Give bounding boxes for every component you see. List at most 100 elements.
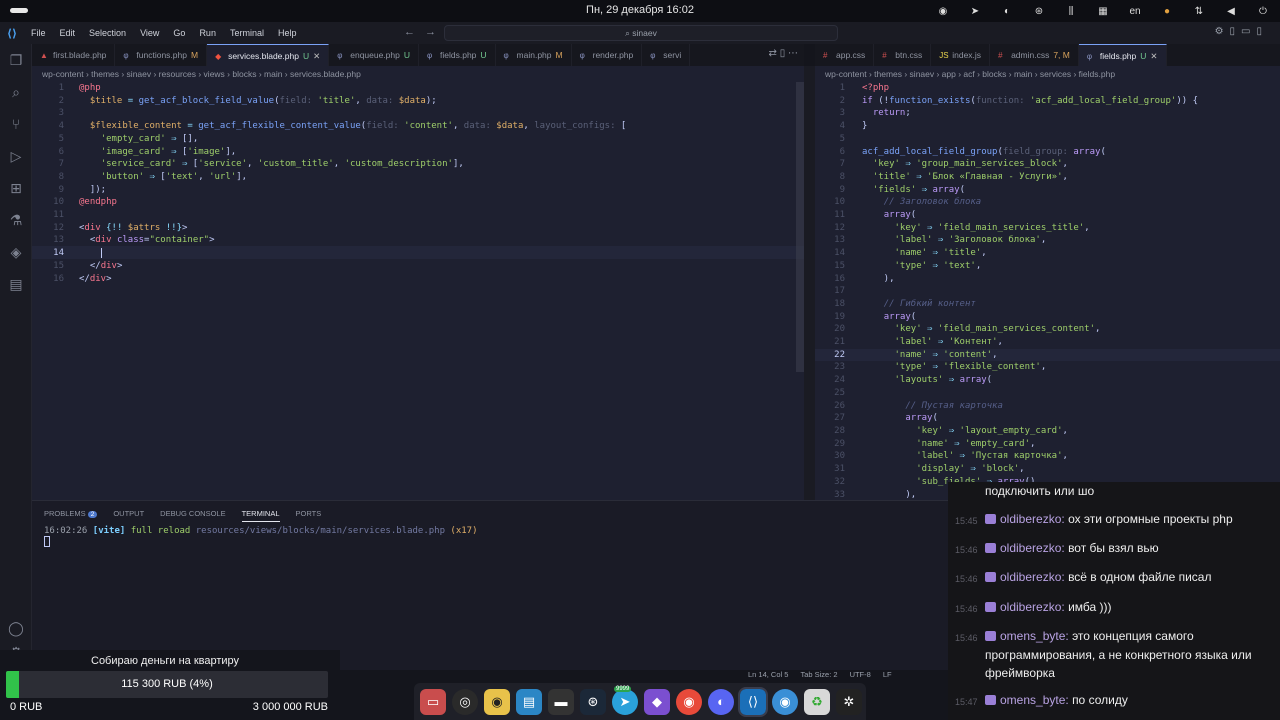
explorer-icon[interactable]: ❐ — [0, 44, 32, 76]
tab-output[interactable]: OUTPUT — [113, 509, 144, 522]
menu-go[interactable]: Go — [166, 28, 192, 38]
tray-discord-icon[interactable]: ◐ — [996, 6, 1018, 17]
app-grid-icon[interactable]: ✲ — [836, 688, 862, 715]
vscode-logo-icon: ⟨⟩ — [6, 27, 18, 40]
chrome-icon[interactable]: ◉ — [676, 688, 702, 715]
tab-main[interactable]: φ main.php M — [496, 44, 572, 66]
tab-functions[interactable]: φ functions.php M — [115, 44, 208, 66]
cursor-position[interactable]: Ln 14, Col 5 — [748, 670, 788, 682]
tab-fields[interactable]: φ fields.php U — [419, 44, 496, 66]
extensions-icon[interactable]: ⊞ — [0, 172, 32, 204]
run-debug-icon[interactable]: ▷ — [0, 140, 32, 172]
tab-size[interactable]: Tab Size: 2 — [800, 670, 837, 682]
menu-file[interactable]: File — [24, 28, 53, 38]
line-number: 4 — [58, 121, 64, 132]
css-icon: # — [998, 51, 1003, 60]
volume-icon[interactable]: ◀ — [1220, 6, 1242, 17]
tray-telegram-icon[interactable]: ➤ — [964, 6, 986, 17]
obs-icon[interactable]: ◎ — [452, 688, 478, 715]
php-icon: φ — [123, 51, 129, 60]
chromium-icon[interactable]: ◉ — [772, 688, 798, 715]
line-number: 13 — [834, 235, 845, 246]
tab-problems[interactable]: PROBLEMS 2 — [44, 509, 98, 522]
account-icon[interactable]: ◯ — [0, 620, 32, 637]
line-number: 10 — [53, 197, 64, 208]
text-editor-icon[interactable]: ▤ — [516, 688, 542, 715]
telegram-badge: 9999 — [614, 685, 632, 692]
line-number: 16 — [834, 273, 845, 284]
tab-terminal[interactable]: TERMINAL — [241, 509, 280, 522]
files-icon[interactable]: ▭ — [420, 688, 446, 715]
tab-first-blade[interactable]: ▲ first.blade.php — [32, 44, 116, 66]
tab-index-js[interactable]: JS index.js — [931, 44, 991, 66]
menu-edit[interactable]: Edit — [53, 28, 83, 38]
tab-enqueue[interactable]: φ enqueue.php U — [329, 44, 420, 66]
css-icon: # — [882, 51, 887, 60]
eol[interactable]: LF — [883, 670, 892, 682]
right-breadcrumb[interactable]: wp-content › themes › sinaev › app › acf… — [815, 66, 1280, 82]
search-icon[interactable]: ⌕ — [0, 76, 32, 108]
tab-servi[interactable]: φ servi — [642, 44, 691, 66]
js-icon: JS — [939, 51, 949, 60]
tab-fields-right[interactable]: φ fields.php U ✕ — [1078, 44, 1167, 66]
tab-render[interactable]: φ render.php — [572, 44, 643, 66]
menu-selection[interactable]: Selection — [82, 28, 133, 38]
discord-icon[interactable]: ◐ — [708, 688, 734, 715]
tab-services-blade[interactable]: ◆ services.blade.php U ✕ — [207, 44, 330, 66]
keyboard-layout[interactable]: en — [1124, 6, 1146, 17]
tray-calendar-icon[interactable]: ▦ — [1092, 6, 1114, 17]
command-center-search[interactable]: ⌕ sinaev — [444, 25, 838, 41]
donation-goal-widget: Собираю деньги на квартиру 115 300 RUB (… — [0, 650, 340, 720]
close-icon[interactable]: ✕ — [313, 51, 320, 61]
left-code-editor[interactable]: 1 2 3 4 5 6 7 8 9 10 11 12 13 14 15 16 @php $title = ge… — [32, 82, 804, 500]
tray-chrome-icon[interactable]: ◉ — [932, 6, 954, 17]
menu-view[interactable]: View — [133, 28, 166, 38]
tray-steam-icon[interactable]: ⊛ — [1028, 6, 1050, 17]
telegram-icon[interactable]: ➤ 9999 — [612, 685, 638, 715]
terminal-icon[interactable]: ▬ — [548, 688, 574, 715]
taskbar-dock: ▭ ◎ ◉ ▤ ▬ ⊛ ➤ 9999 ◆ ◉ ◐ ⟨⟩ ◉ ♻ ✲ — [414, 683, 866, 720]
remote-icon[interactable]: ◈ — [0, 236, 32, 268]
nav-arrows[interactable]: ←→ — [404, 26, 446, 38]
microphone-icon[interactable]: ● — [1156, 6, 1178, 17]
left-editor-tabs: ▲ first.blade.php φ functions.php M ◆ servic… — [32, 44, 804, 66]
line-number: 11 — [53, 210, 64, 221]
tab-ports[interactable]: PORTS — [296, 509, 322, 522]
status-bar: Ln 14, Col 5 Tab Size: 2 UTF-8 LF — [748, 670, 948, 682]
search-label: sinaev — [632, 28, 657, 38]
right-code-editor[interactable]: 1 2 3 4 5 6 7 8 9 10 11 12 13 14 15 16 17 18 19 20 21 22 23 24 2… — [815, 82, 1280, 500]
line-number: 14 — [53, 248, 64, 259]
close-icon[interactable]: ✕ — [1150, 51, 1157, 61]
line-number: 31 — [834, 464, 845, 475]
left-scrollbar[interactable] — [796, 82, 804, 372]
line-number: 4 — [839, 121, 845, 132]
power-icon[interactable]: ⏻ — [1252, 6, 1274, 17]
database-icon[interactable]: ▤ — [0, 268, 32, 300]
obsidian-icon[interactable]: ◆ — [644, 688, 670, 715]
tab-admin-css[interactable]: # admin.css 7, M — [990, 44, 1079, 66]
layout-controls-icon[interactable]: ⚙▯▭▯ — [1215, 26, 1268, 37]
menu-terminal[interactable]: Terminal — [223, 28, 271, 38]
editor-actions-icon[interactable]: ⇄ ▯ ⋯ — [769, 48, 798, 59]
tab-app-css[interactable]: # app.css — [815, 44, 875, 66]
left-breadcrumb[interactable]: wp-content › themes › sinaev › resources… — [32, 66, 804, 82]
donation-amount: 115 300 RUB (4%) — [121, 678, 213, 690]
trash-icon[interactable]: ♻ — [804, 688, 830, 715]
twitch-chat-overlay: подключить или шо 15:45 oldiberezko: ох э… — [948, 482, 1280, 720]
tab-debug-console[interactable]: DEBUG CONSOLE — [160, 509, 225, 522]
terminal-output[interactable]: 16:02:26 [vite] full reload resources/vi… — [44, 526, 478, 548]
steam-icon[interactable]: ⊛ — [580, 688, 606, 715]
php-icon: φ — [427, 51, 433, 60]
testing-icon[interactable]: ⚗ — [0, 204, 32, 236]
editor-splitter[interactable] — [804, 66, 815, 500]
system-tray: ◉ ➤ ◐ ⊛ ⫼ ▦ en ● ⇅ ◀ ⏻ — [922, 2, 1274, 20]
source-control-icon[interactable]: ⑂ — [0, 108, 32, 140]
tray-equalizer-icon[interactable]: ⫼ — [1060, 6, 1082, 17]
tab-btn-css[interactable]: # btn.css — [874, 44, 932, 66]
encoding[interactable]: UTF-8 — [850, 670, 871, 682]
menu-run[interactable]: Run — [192, 28, 223, 38]
network-icon[interactable]: ⇅ — [1188, 6, 1210, 17]
vscode-icon[interactable]: ⟨⟩ — [738, 686, 768, 717]
menu-help[interactable]: Help — [271, 28, 304, 38]
music-player-icon[interactable]: ◉ — [484, 688, 510, 715]
